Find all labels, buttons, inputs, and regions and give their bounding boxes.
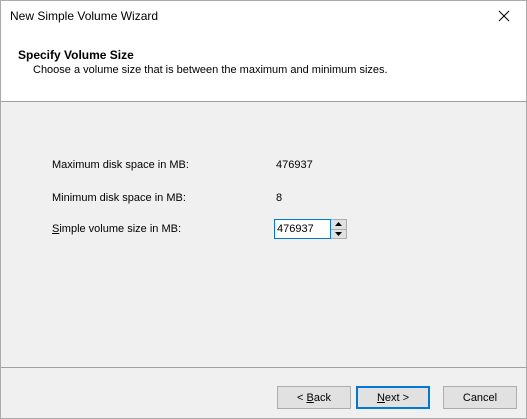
page-title: Specify Volume Size — [18, 48, 134, 62]
back-button-mnemonic: B — [306, 391, 314, 404]
next-button-mnemonic: N — [376, 391, 385, 404]
volume-size-label-text: imple volume size in MB: — [59, 223, 181, 235]
page-subtitle: Choose a volume size that is between the… — [33, 64, 388, 76]
close-icon — [498, 10, 510, 22]
spin-down-button[interactable] — [331, 228, 346, 238]
volume-size-spinner — [274, 219, 354, 239]
max-size-value: 476937 — [276, 159, 313, 171]
min-size-value: 8 — [276, 192, 283, 204]
spin-buttons — [331, 219, 347, 239]
back-button-label: ack — [313, 391, 331, 404]
chevron-up-icon — [335, 222, 342, 227]
next-button[interactable]: Next > — [356, 386, 430, 409]
wizard-footer: < Back Next > Cancel — [1, 367, 526, 418]
cancel-button[interactable]: Cancel — [443, 386, 517, 409]
next-button-label: ext > — [384, 391, 410, 404]
min-size-label: Minimum disk space in MB: — [52, 192, 186, 204]
window-title: New Simple Volume Wizard — [10, 9, 159, 23]
volume-size-label: Simple volume size in MB: — [52, 223, 181, 235]
wizard-content: Maximum disk space in MB: 476937 Minimum… — [1, 102, 526, 367]
spin-up-button[interactable] — [331, 220, 346, 229]
wizard-window: New Simple Volume Wizard Specify Volume … — [0, 0, 527, 419]
title-bar: New Simple Volume Wizard — [1, 1, 526, 32]
wizard-header: Specify Volume Size Choose a volume size… — [1, 32, 526, 102]
back-button-prefix: < — [297, 391, 307, 404]
close-button[interactable] — [482, 1, 526, 31]
volume-size-input[interactable] — [274, 219, 331, 239]
back-button[interactable]: < Back — [277, 386, 351, 409]
chevron-down-icon — [335, 231, 342, 236]
max-size-label: Maximum disk space in MB: — [52, 159, 189, 171]
